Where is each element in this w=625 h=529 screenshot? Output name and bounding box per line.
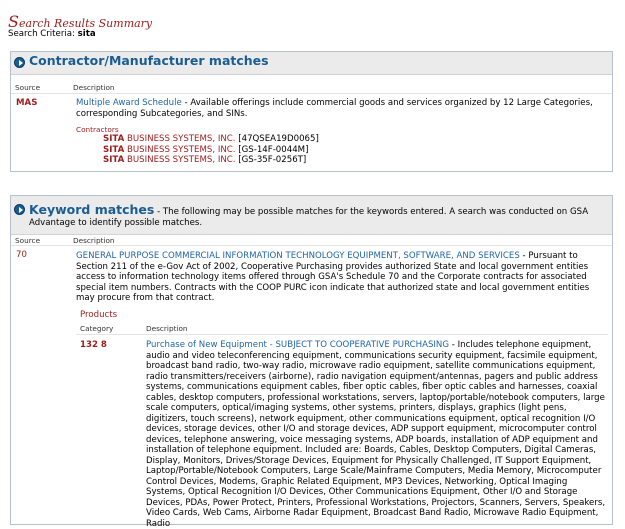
keyword-matches-header: Keyword matches - The following may be p… — [11, 196, 612, 235]
schedule-70-link[interactable]: GENERAL PURPOSE COMMERCIAL INFORMATION T… — [76, 251, 520, 261]
schedule-70-description: GENERAL PURPOSE COMMERCIAL INFORMATION T… — [76, 251, 590, 303]
multiple-award-schedule-link[interactable]: Multiple Award Schedule — [76, 98, 182, 108]
keyword-column-headers: Source Description — [11, 235, 612, 246]
contractor-column-headers: Source Description — [11, 81, 612, 94]
contractor-matches-title: Contractor/Manufacturer matches — [29, 53, 269, 68]
product-description: Purchase of New Equipment - SUBJECT TO C… — [146, 340, 606, 529]
search-criteria-label: Search Criteria: — [8, 29, 75, 39]
search-criteria: Search Criteria: sita — [8, 29, 96, 40]
arrow-right-icon — [14, 204, 25, 215]
keyword-matches-panel: Keyword matches - The following may be p… — [10, 195, 613, 529]
source-mas: MAS — [16, 98, 38, 108]
products-label: Products — [80, 310, 118, 320]
mas-description: Multiple Award Schedule - Available offe… — [76, 98, 593, 119]
contractor-row[interactable]: SITA BUSINESS SYSTEMS, INC. [47QSEA19D00… — [103, 134, 319, 145]
contractor-list: SITA BUSINESS SYSTEMS, INC. [47QSEA19D00… — [103, 134, 319, 166]
contractor-row[interactable]: SITA BUSINESS SYSTEMS, INC. [GS-35F-0256… — [103, 155, 319, 166]
contractor-matches-panel: Contractor/Manufacturer matches Source D… — [10, 51, 613, 172]
contractor-row[interactable]: SITA BUSINESS SYSTEMS, INC. [GS-14F-0044… — [103, 145, 319, 156]
page-title: Search Results Summary — [8, 12, 153, 31]
arrow-right-icon — [14, 57, 25, 68]
search-criteria-value: sita — [77, 29, 96, 39]
contractor-matches-header: Contractor/Manufacturer matches — [11, 52, 612, 75]
purchase-new-equipment-link[interactable]: Purchase of New Equipment - SUBJECT TO C… — [146, 340, 449, 350]
category-132-8: 132 8 — [80, 340, 107, 350]
keyword-matches-title: Keyword matches — [29, 202, 155, 217]
source-70: 70 — [16, 250, 27, 260]
products-column-headers: Category Description — [76, 324, 608, 335]
